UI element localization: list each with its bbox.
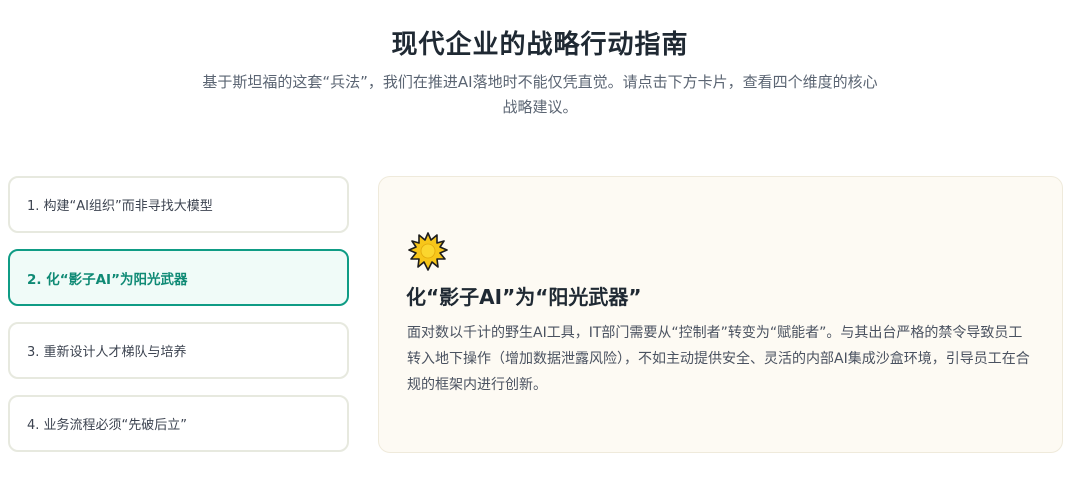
detail-body: 面对数以千计的野生AI工具，IT部门需要从“控制者”转变为“赋能者”。与其出台严…	[407, 325, 1030, 393]
strategy-card-list: 1. 构建“AI组织”而非寻找大模型 2. 化“影子AI”为阳光武器 3. 重新…	[8, 176, 349, 468]
detail-title: 化“影子AI”为“阳光武器”	[406, 285, 642, 309]
strategy-card-3[interactable]: 3. 重新设计人才梯队与培养	[8, 322, 349, 379]
sun-icon	[408, 232, 448, 272]
detail-panel: 化“影子AI”为“阳光武器” 面对数以千计的野生AI工具，IT部门需要从“控制者…	[378, 176, 1063, 453]
page-subtitle: 基于斯坦福的这套“兵法”，我们在推进AI落地时不能仅凭直觉。请点击下方卡片，查看…	[202, 73, 878, 116]
strategy-card-1[interactable]: 1. 构建“AI组织”而非寻找大模型	[8, 176, 349, 233]
strategy-card-4[interactable]: 4. 业务流程必须“先破后立”	[8, 395, 349, 452]
strategy-card-2[interactable]: 2. 化“影子AI”为阳光武器	[8, 249, 349, 306]
page-title: 现代企业的战略行动指南	[391, 30, 689, 60]
